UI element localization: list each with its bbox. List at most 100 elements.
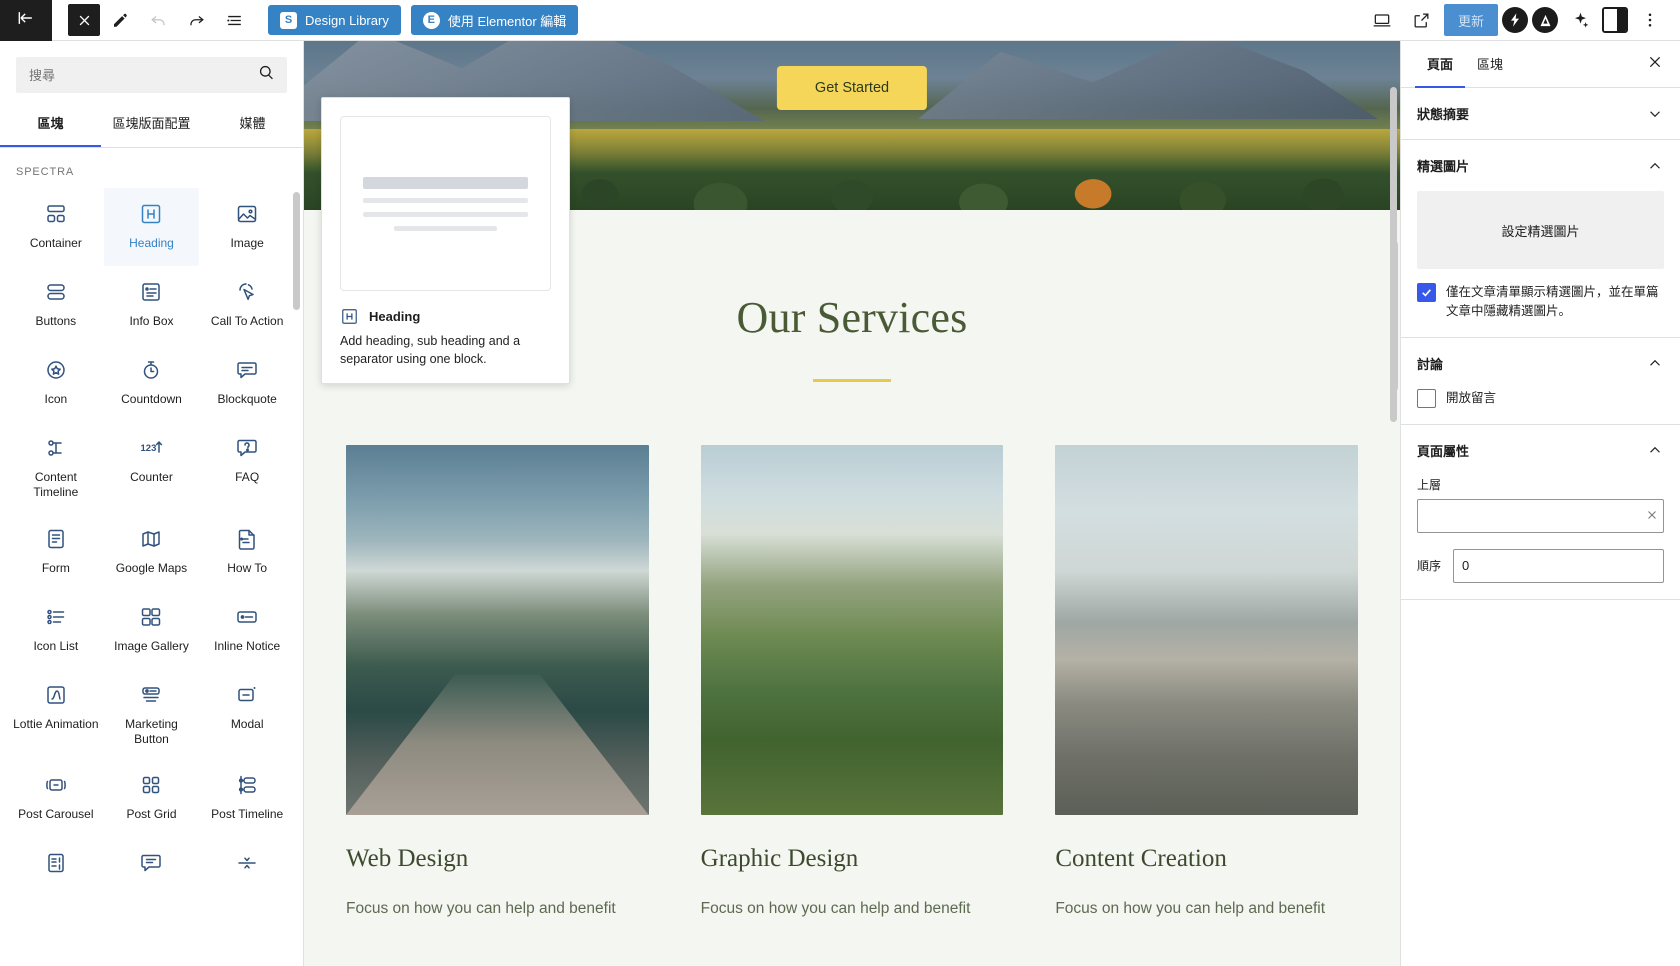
block-item-icon[interactable]: Icon	[8, 344, 104, 422]
service-text: Focus on how you can help and benefit	[346, 900, 616, 917]
panel-page-attributes-title: 頁面屬性	[1417, 443, 1470, 459]
more-options-icon[interactable]	[1632, 2, 1668, 38]
block-item-faq[interactable]: FAQ	[199, 422, 295, 513]
block-item[interactable]	[104, 837, 200, 915]
block-item-lottie-animation[interactable]: Lottie Animation	[8, 669, 104, 760]
service-card[interactable]: Web Design Focus on how you can help and…	[346, 445, 649, 920]
spectra-logo-icon[interactable]	[1502, 7, 1528, 33]
block-item[interactable]	[8, 837, 104, 915]
block-item-label: Countdown	[121, 392, 182, 406]
inserter-scrollbar[interactable]	[293, 192, 300, 310]
block-item-label: Post Timeline	[211, 807, 284, 822]
block-item-label: FAQ	[235, 470, 260, 484]
lottie-animation-icon	[44, 683, 68, 707]
close-settings-button[interactable]	[1640, 49, 1670, 79]
undo-button[interactable]	[140, 2, 176, 38]
block-item-inline-notice[interactable]: Inline Notice	[199, 591, 295, 669]
clear-parent-icon[interactable]	[1646, 509, 1658, 523]
block-item-buttons[interactable]: Buttons	[8, 266, 104, 344]
block-item-icon-list[interactable]: Icon List	[8, 591, 104, 669]
featured-image-checkbox-label: 僅在文章清單顯示精選圖片，並在單篇文章中隱藏精選圖片。	[1446, 285, 1659, 318]
order-input[interactable]	[1453, 548, 1664, 583]
tab-block[interactable]: 區塊	[1465, 40, 1515, 88]
block-item-heading[interactable]: Heading	[103, 188, 200, 266]
preview-header: Heading	[340, 307, 551, 326]
block-item-counter[interactable]: 123 Counter	[104, 422, 200, 513]
block-item-content-timeline[interactable]: Content Timeline	[8, 422, 104, 513]
block-item-how-to[interactable]: How To	[199, 513, 295, 591]
panel-discussion-title: 討論	[1417, 356, 1444, 372]
order-row: 順序	[1417, 548, 1664, 583]
service-image	[346, 445, 649, 815]
update-button[interactable]: 更新	[1443, 4, 1498, 36]
tab-blocks[interactable]: 區塊	[0, 101, 101, 147]
ai-sparkle-icon[interactable]	[1562, 2, 1598, 38]
preview-line-2	[363, 211, 528, 217]
get-started-button[interactable]: Get Started	[776, 66, 928, 110]
block-item-info-box[interactable]: Info Box	[104, 266, 200, 344]
block-item-form[interactable]: Form	[8, 513, 104, 591]
parent-page-input[interactable]	[1417, 498, 1664, 533]
block-item-call-to-action[interactable]: Call To Action	[199, 266, 295, 344]
panel-summary-header[interactable]: 狀態摘要	[1401, 88, 1680, 139]
block-item-label: Image Gallery	[114, 638, 189, 653]
search-input[interactable]	[29, 67, 257, 83]
tab-page[interactable]: 頁面	[1415, 40, 1466, 88]
panel-featured-image-title: 精選圖片	[1417, 159, 1470, 174]
block-item-post-grid[interactable]: Post Grid	[104, 759, 200, 837]
settings-scrollbar[interactable]	[1391, 241, 1398, 391]
view-device-icon[interactable]	[1364, 2, 1400, 38]
service-text: Focus on how you can help and benefit	[700, 900, 971, 917]
tab-patterns[interactable]: 區塊版面配置	[101, 101, 202, 147]
block-item-marketing-button[interactable]: Marketing Button	[104, 669, 200, 760]
edit-with-elementor-button[interactable]: E 使用 Elementor 編輯	[410, 5, 579, 35]
service-card[interactable]: Graphic Design Focus on how you can help…	[700, 445, 1004, 920]
toolbar-left-group: S Design Library E 使用 Elementor 編輯	[52, 2, 579, 38]
block-item-label: Google Maps	[115, 560, 188, 575]
panel-page-attributes-header[interactable]: 頁面屬性	[1401, 425, 1680, 476]
block-item-container[interactable]: Container	[8, 188, 104, 266]
block-item-modal[interactable]: Modal	[199, 669, 295, 760]
redo-button[interactable]	[178, 2, 214, 38]
tab-page-label: 頁面	[1427, 57, 1454, 72]
featured-image-checkbox-row: 僅在文章清單顯示精選圖片，並在單篇文章中隱藏精選圖片。	[1417, 283, 1664, 321]
panel-featured-image-header[interactable]: 精選圖片	[1401, 140, 1680, 191]
block-item-image-gallery[interactable]: Image Gallery	[104, 591, 200, 669]
block-item[interactable]	[199, 837, 295, 915]
settings-sidebar-toggle[interactable]	[1602, 7, 1628, 33]
block-item-blockquote[interactable]: Blockquote	[199, 344, 295, 422]
tab-blocks-label: 區塊	[37, 116, 64, 131]
edit-pencil-icon[interactable]	[102, 2, 138, 38]
search-area	[0, 41, 303, 101]
block-item-post-carousel[interactable]: Post Carousel	[8, 759, 104, 837]
search-box[interactable]	[16, 57, 287, 93]
panel-discussion-header[interactable]: 討論	[1401, 338, 1680, 389]
block-item-label: Inline Notice	[214, 638, 281, 653]
close-button[interactable]	[68, 4, 100, 36]
block-item-image[interactable]: Image	[199, 188, 295, 266]
featured-image-checkbox[interactable]	[1417, 283, 1436, 302]
separator-icon	[235, 851, 259, 875]
google-maps-icon	[139, 527, 163, 551]
block-item-label: Call To Action	[210, 314, 284, 328]
block-item-countdown[interactable]: Countdown	[104, 344, 200, 422]
service-card[interactable]: Content Creation Focus on how you can he…	[1055, 445, 1359, 920]
set-featured-image-button[interactable]: 設定精選圖片	[1417, 191, 1664, 269]
panel-discussion: 討論 開放留言	[1401, 338, 1680, 425]
elementor-e-icon: E	[422, 11, 440, 29]
astra-logo-icon[interactable]	[1532, 7, 1558, 33]
spectra-s-icon: S	[280, 11, 297, 29]
block-item-label: Modal	[230, 716, 264, 731]
back-to-dashboard-button[interactable]	[0, 0, 52, 41]
tab-media[interactable]: 媒體	[202, 101, 303, 147]
block-item-label: Form	[41, 560, 70, 575]
allow-comments-checkbox[interactable]	[1417, 388, 1436, 408]
document-overview-icon[interactable]	[216, 2, 252, 38]
block-item-post-timeline[interactable]: Post Timeline	[199, 759, 295, 837]
allow-comments-row: 開放留言	[1417, 388, 1664, 408]
preview-external-link-icon[interactable]	[1404, 2, 1440, 38]
block-item-google-maps[interactable]: Google Maps	[104, 513, 200, 591]
design-library-button[interactable]: S Design Library	[268, 5, 401, 35]
icon-list-icon	[44, 605, 68, 629]
service-cards: Web Design Focus on how you can help and…	[304, 382, 1400, 920]
